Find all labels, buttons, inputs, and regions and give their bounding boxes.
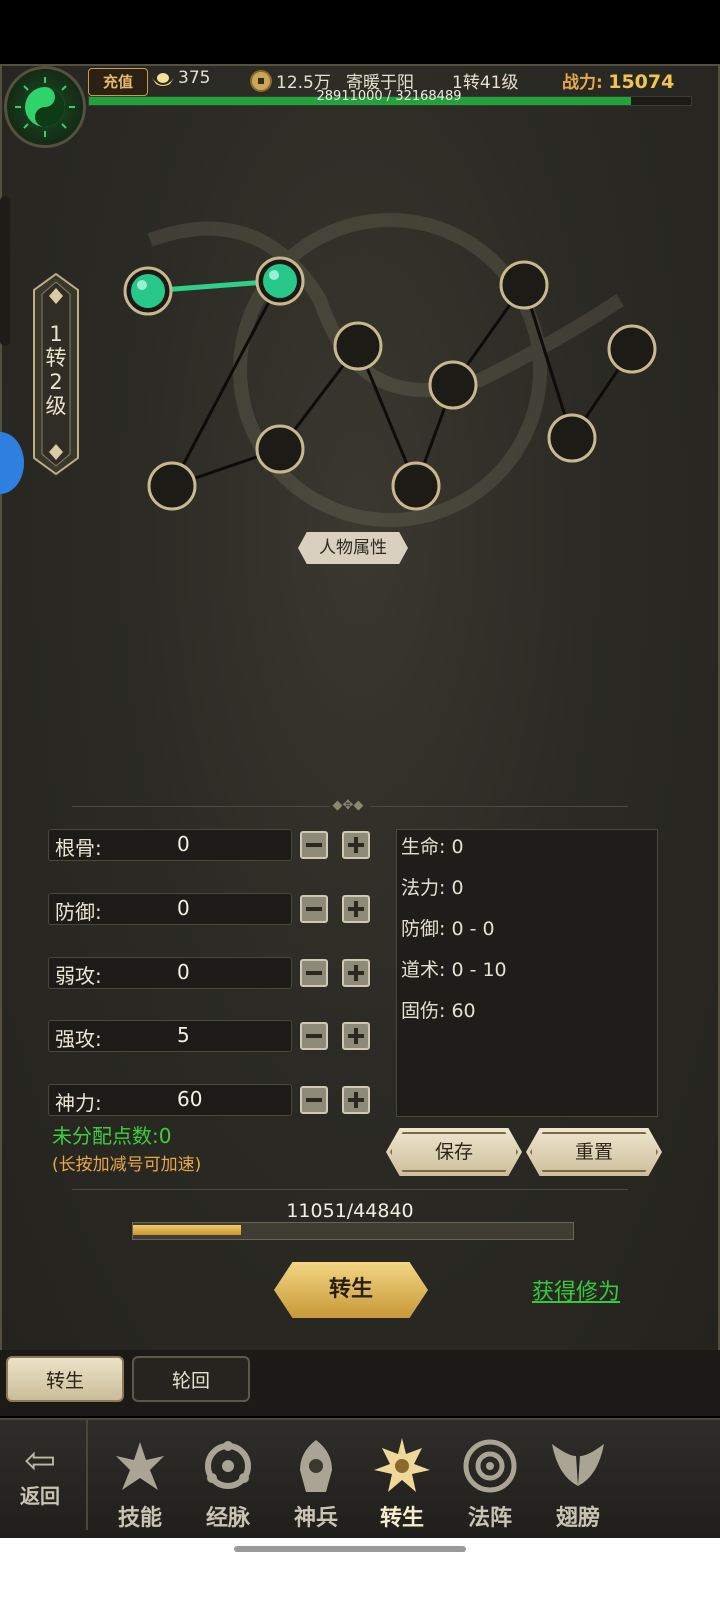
rebirth-button[interactable]: 转生 — [274, 1262, 428, 1318]
nav-skill[interactable]: 技能 — [100, 1436, 180, 1532]
nav-meridian[interactable]: 经脉 — [188, 1436, 268, 1532]
plus-button[interactable] — [342, 831, 370, 859]
get-cultivation-link[interactable]: 获得修为 — [532, 1274, 620, 1306]
yuanbao-count: 375 — [178, 68, 211, 88]
minus-button[interactable] — [300, 959, 328, 987]
nav-rebirth[interactable]: 转生 — [362, 1436, 442, 1532]
divider-ornament: ◆✥◆ — [332, 798, 364, 813]
node-active-1[interactable] — [123, 266, 173, 316]
divider-left — [72, 806, 330, 807]
stat-label: 神力: — [55, 1091, 102, 1115]
wings-icon — [552, 1444, 604, 1486]
stat-value: 0 — [177, 960, 190, 984]
attribute-summary: 生命: 0 法力: 0 防御: 0 - 0 道术: 0 - 10 固伤: 60 — [396, 829, 658, 1117]
back-label: 返回 — [20, 1484, 60, 1508]
stat-label: 弱攻: — [55, 964, 102, 988]
nav-weapon[interactable]: 神兵 — [276, 1436, 356, 1532]
yin-yang-icon — [15, 77, 75, 137]
attr-taoism: 道术: 0 - 10 — [401, 959, 507, 981]
node-9[interactable] — [547, 413, 597, 463]
divider-bottom — [72, 1189, 628, 1190]
node-4[interactable] — [255, 424, 305, 474]
yuanbao-icon — [152, 73, 174, 86]
stat-value: 0 — [177, 896, 190, 920]
node-10[interactable] — [607, 324, 657, 374]
stat-row-weak-attack: 弱攻: 0 — [48, 957, 292, 989]
node-8[interactable] — [499, 260, 549, 310]
stat-row-divine-power: 神力: 60 — [48, 1084, 292, 1116]
stat-row-gengu: 根骨: 0 — [48, 829, 292, 861]
nav-label: 转生 — [379, 1505, 424, 1531]
plus-button[interactable] — [342, 1022, 370, 1050]
back-arrow-icon: ⇦ — [24, 1438, 56, 1482]
rank-label: 1 转 2 级 — [45, 322, 67, 418]
array-icon — [463, 1439, 517, 1493]
cultivation-progress-bar — [132, 1222, 574, 1240]
nav-separator — [86, 1420, 88, 1530]
character-attributes-tag[interactable]: 人物属性 — [298, 532, 408, 564]
reset-button[interactable]: 重置 — [526, 1128, 662, 1176]
meridian-icon — [205, 1441, 251, 1489]
home-indicator[interactable] — [234, 1546, 466, 1552]
nav-label: 法阵 — [467, 1505, 512, 1531]
stat-label: 根骨: — [55, 836, 102, 860]
nav-label: 翅膀 — [555, 1505, 600, 1531]
stat-value: 60 — [177, 1087, 203, 1111]
node-3[interactable] — [147, 461, 197, 511]
node-6[interactable] — [391, 461, 441, 511]
stat-row-strong-attack: 强攻: 5 — [48, 1020, 292, 1052]
attr-mp: 法力: 0 — [401, 877, 464, 899]
minus-button[interactable] — [300, 1022, 328, 1050]
minus-button[interactable] — [300, 831, 328, 859]
rebirth-icon — [374, 1438, 430, 1492]
side-handle[interactable] — [0, 196, 10, 346]
avatar[interactable] — [4, 66, 86, 148]
long-press-hint: (长按加减号可加速) — [52, 1155, 202, 1175]
plus-button[interactable] — [342, 1086, 370, 1114]
stat-row-defense: 防御: 0 — [48, 893, 292, 925]
status-bar — [0, 0, 720, 64]
nav-wings[interactable]: 翅膀 — [538, 1436, 618, 1532]
unassigned-points: 未分配点数:0 — [52, 1124, 172, 1148]
attr-defense: 防御: 0 - 0 — [401, 918, 495, 940]
minus-button[interactable] — [300, 895, 328, 923]
back-button[interactable]: ⇦ 返回 — [4, 1440, 76, 1509]
tab-reincarnation[interactable]: 轮回 — [132, 1356, 250, 1402]
node-5[interactable] — [333, 321, 383, 371]
nav-label: 神兵 — [293, 1505, 338, 1531]
nav-label: 经脉 — [205, 1505, 250, 1531]
node-7[interactable] — [428, 360, 478, 410]
skill-icon — [116, 1442, 164, 1490]
exp-text: 28911000 / 32168489 — [316, 89, 462, 104]
progress-text: 11051/44840 — [286, 1200, 414, 1222]
rebirth-tree — [123, 213, 657, 527]
minus-button[interactable] — [300, 1086, 328, 1114]
progress-fill — [133, 1225, 242, 1235]
plus-button[interactable] — [342, 959, 370, 987]
divider-right — [370, 806, 628, 807]
stat-value: 0 — [177, 832, 190, 856]
stat-value: 5 — [177, 1023, 190, 1047]
tab-rebirth[interactable]: 转生 — [6, 1356, 124, 1402]
attr-fixed-damage: 固伤: 60 — [401, 1000, 476, 1022]
attr-hp: 生命: 0 — [401, 836, 464, 858]
stat-label: 强攻: — [55, 1027, 102, 1051]
weapon-icon — [300, 1440, 332, 1492]
nav-label: 技能 — [117, 1505, 162, 1531]
node-active-2[interactable] — [255, 256, 305, 306]
save-button[interactable]: 保存 — [386, 1128, 522, 1176]
nav-array[interactable]: 法阵 — [450, 1436, 530, 1532]
stat-label: 防御: — [55, 900, 102, 924]
plus-button[interactable] — [342, 895, 370, 923]
